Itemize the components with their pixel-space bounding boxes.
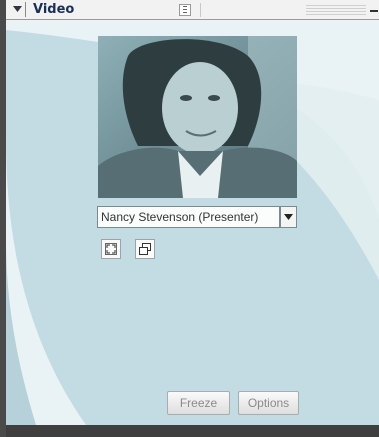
presenter-video-frame <box>98 36 297 198</box>
pod-title: Video <box>33 2 75 17</box>
fullscreen-button[interactable] <box>101 239 121 259</box>
video-pod: Video Nancy Stevenson (Presenter) Freeze… <box>6 0 379 437</box>
presenter-dropdown-button[interactable] <box>280 206 297 228</box>
title-bar-hatch <box>306 5 366 15</box>
minimize-icon <box>370 10 378 12</box>
webcam-video <box>98 36 297 198</box>
grip-icon[interactable] <box>179 4 191 16</box>
popout-button[interactable] <box>135 239 155 259</box>
chevron-down-icon <box>284 214 293 220</box>
title-separator <box>200 3 201 17</box>
triangle-down-icon <box>13 6 22 12</box>
pod-title-bar[interactable]: Video <box>6 0 379 20</box>
pod-bottom-edge <box>6 425 379 437</box>
presenter-select[interactable]: Nancy Stevenson (Presenter) <box>97 206 280 228</box>
pod-content: Nancy Stevenson (Presenter) Freeze Optio… <box>6 20 379 425</box>
popout-window-icon <box>139 243 151 255</box>
freeze-button[interactable]: Freeze <box>167 391 230 415</box>
options-button[interactable]: Options <box>238 391 299 415</box>
collapse-button[interactable] <box>10 2 26 17</box>
fullscreen-icon <box>105 243 117 255</box>
minimize-button[interactable] <box>368 2 379 18</box>
